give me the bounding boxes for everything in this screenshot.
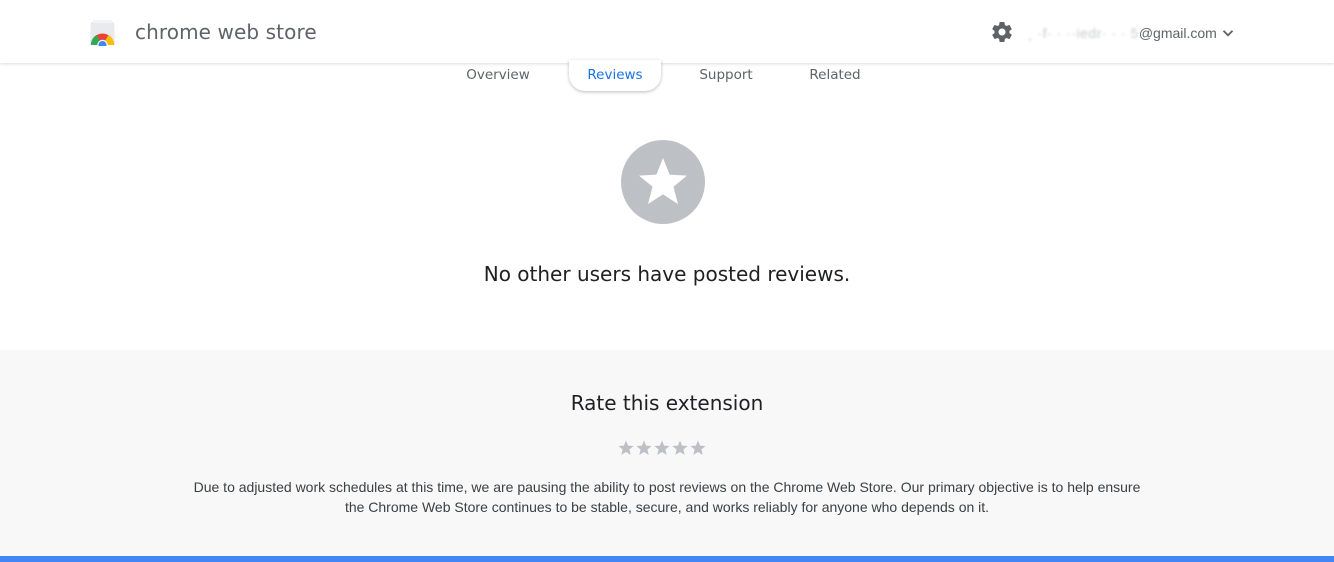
star-icon — [621, 140, 705, 224]
rating-star-1-icon[interactable] — [617, 439, 635, 457]
account-email-obscured: ¸ ·f· · ··iedr· · · 5 — [1028, 25, 1139, 41]
rating-star-5-icon[interactable] — [689, 439, 707, 457]
no-reviews-message: No other users have posted reviews. — [483, 262, 851, 286]
rating-star-4-icon[interactable] — [671, 439, 689, 457]
notice-line-2: the Chrome Web Store continues to be sta… — [344, 499, 990, 515]
reviews-paused-notice: Due to adjusted work schedules at this t… — [0, 477, 1334, 517]
detail-tabs: Overview Reviews Support Related — [0, 60, 1334, 94]
tab-reviews[interactable]: Reviews — [569, 60, 661, 91]
chrome-web-store-logo — [90, 20, 115, 46]
bottom-accent-bar — [0, 556, 1334, 562]
store-home-link[interactable]: chrome web store — [88, 18, 317, 46]
chevron-down-icon — [1222, 30, 1233, 37]
rate-panel: Rate this extension Due to adjusted work… — [0, 350, 1334, 556]
gear-icon[interactable] — [990, 20, 1014, 44]
account-menu-button[interactable]: ¸ ·f· · ··iedr· · · 5@gmail.com — [1028, 22, 1235, 44]
tab-overview[interactable]: Overview — [452, 60, 544, 91]
star-rating-input[interactable] — [617, 439, 707, 457]
top-bar: chrome web store ¸ ·f· · ··iedr· · · 5@g… — [0, 0, 1334, 63]
page: chrome web store ¸ ·f· · ··iedr· · · 5@g… — [0, 0, 1334, 562]
store-title: chrome web store — [135, 20, 317, 44]
rating-star-2-icon[interactable] — [635, 439, 653, 457]
notice-line-1: Due to adjusted work schedules at this t… — [193, 479, 1141, 495]
rate-title: Rate this extension — [570, 391, 764, 415]
tab-related[interactable]: Related — [797, 60, 873, 91]
account-email: ¸ ·f· · ··iedr· · · 5@gmail.com — [1028, 23, 1217, 43]
tab-support[interactable]: Support — [686, 60, 766, 91]
account-email-domain: @gmail.com — [1138, 25, 1217, 41]
rating-star-3-icon[interactable] — [653, 439, 671, 457]
